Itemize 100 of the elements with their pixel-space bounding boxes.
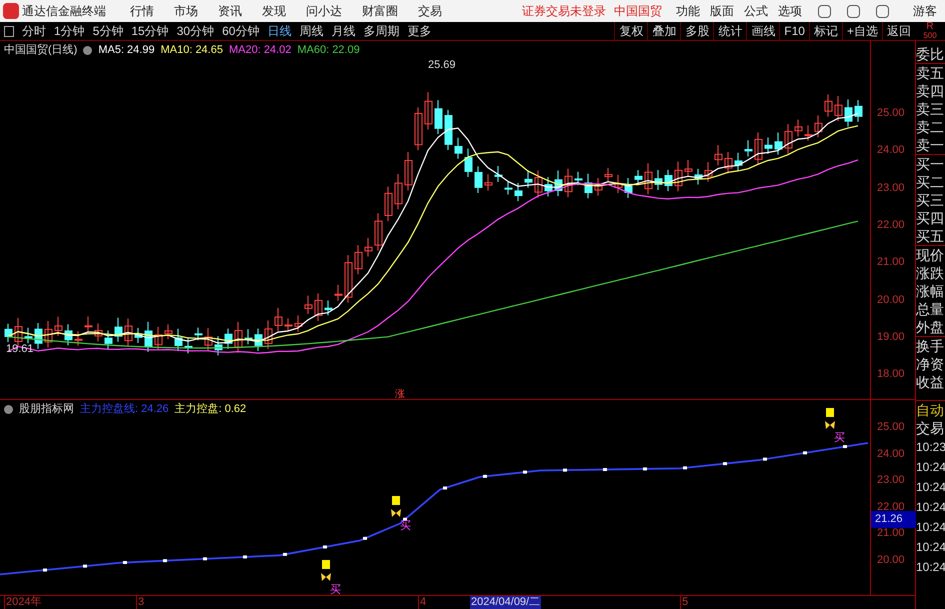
- axis-tick-label: 21.00: [877, 255, 905, 270]
- candlestick: [94, 322, 102, 342]
- candlestick: [74, 330, 82, 346]
- quote-field-label: 卖五: [916, 64, 945, 82]
- axis-date-label: 2024/04/09/二: [470, 596, 542, 609]
- candlestick: [424, 92, 432, 130]
- axis-tick-label: 23.00: [877, 473, 905, 488]
- candlestick: [684, 160, 692, 178]
- menu-item[interactable]: 公式: [744, 2, 768, 20]
- toolbar-button[interactable]: 统计: [713, 22, 746, 40]
- toolbar-button[interactable]: 复权: [614, 22, 648, 40]
- axis-tick-label: 25.00: [877, 420, 905, 436]
- menu-item[interactable]: 行情: [130, 2, 154, 20]
- quote-field-label: 涨跌: [916, 264, 945, 282]
- axis-tick-label: 24.00: [877, 143, 905, 158]
- axis-date-label: 4: [418, 596, 428, 609]
- settings-icon[interactable]: [4, 405, 13, 414]
- candlestick: [34, 322, 42, 350]
- period-tab[interactable]: 30分钟: [172, 22, 218, 40]
- axis-tick-label: 22.00: [877, 500, 905, 514]
- candlestick: [64, 324, 72, 346]
- period-tab[interactable]: 日线: [263, 22, 296, 40]
- toolbar-button[interactable]: 标记: [808, 22, 842, 40]
- candlestick: [394, 173, 402, 210]
- period-tab[interactable]: 分时: [18, 22, 50, 40]
- trade-tab[interactable]: 自动: [916, 401, 945, 419]
- butterfly-icon: [390, 508, 402, 518]
- candlestick: [844, 98, 852, 128]
- toolbar-button[interactable]: F10: [779, 22, 809, 40]
- quote-field-label: 外盘: [916, 318, 945, 337]
- candlestick: [734, 152, 742, 172]
- candlestick: [474, 166, 482, 194]
- candlestick: [504, 181, 512, 196]
- candlestick: [134, 327, 142, 344]
- buy-signal-label: 买: [330, 584, 341, 596]
- candlestick: [814, 114, 822, 138]
- candlestick: [174, 328, 182, 352]
- toolbar-button[interactable]: +自选: [842, 22, 882, 40]
- candlestick: [284, 318, 292, 332]
- settings-icon[interactable]: [83, 46, 92, 55]
- candlestick: [154, 326, 162, 351]
- period-tab[interactable]: 更多: [403, 22, 436, 40]
- candlestick: [374, 212, 382, 252]
- candlestick: [634, 170, 642, 186]
- menu-item[interactable]: 版面: [710, 2, 734, 20]
- user-label[interactable]: 游客: [913, 2, 937, 20]
- menu-item[interactable]: 财富圈: [362, 2, 398, 20]
- indicator-title: 股朋指标网: [19, 402, 74, 418]
- axis-tick-label: 25.00: [877, 106, 905, 121]
- quote-field-label: 买三: [916, 191, 945, 209]
- toolbar-button[interactable]: 叠加: [647, 22, 680, 40]
- quote-field-label: 委比: [916, 45, 945, 64]
- candlestick: [794, 119, 802, 137]
- candlestick: [674, 161, 682, 192]
- quote-field-label: 收益: [916, 373, 945, 391]
- axis-tick-label: 24.00: [877, 446, 905, 462]
- candlestick: [564, 168, 572, 198]
- axis-tick-label: 22.00: [877, 218, 905, 233]
- period-tab[interactable]: 月线: [327, 22, 360, 40]
- candlestick: [414, 106, 422, 151]
- menu-item[interactable]: 功能: [676, 2, 700, 20]
- candlestick: [314, 292, 322, 322]
- trade-tab[interactable]: 交易: [916, 419, 945, 437]
- candlestick: [104, 330, 112, 350]
- candlestick: [654, 170, 662, 190]
- candlestick: [644, 162, 652, 195]
- candlestick: [324, 300, 332, 316]
- menu-item[interactable]: 问小达: [306, 2, 342, 20]
- candlestick: [724, 151, 732, 174]
- menu-item[interactable]: 市场: [174, 2, 198, 20]
- toolbar-button[interactable]: 多股: [680, 22, 714, 40]
- period-tab[interactable]: 5分钟: [88, 22, 128, 40]
- candlestick: [704, 162, 712, 182]
- period-tab[interactable]: 多周期: [359, 22, 404, 40]
- candlestick: [354, 244, 362, 275]
- menu-item[interactable]: 发现: [262, 2, 286, 20]
- candlestick: [664, 169, 672, 192]
- toolbar-button[interactable]: 画线: [746, 22, 780, 40]
- candlestick: [274, 307, 282, 332]
- panel-toggle-icon[interactable]: [4, 26, 14, 36]
- candlestick: [764, 137, 772, 154]
- axis-tick-label: 21.00: [877, 526, 905, 542]
- candlestick: [464, 148, 472, 178]
- quote-field-label: 买一: [916, 155, 945, 173]
- login-notice[interactable]: 证券交易未登录: [522, 2, 606, 20]
- menu-item[interactable]: 选项: [778, 2, 802, 20]
- current-value-tag: 21.26: [871, 511, 916, 528]
- app-title: 通达信金融终端: [22, 3, 106, 20]
- menu-item[interactable]: 资讯: [218, 2, 242, 20]
- quote-field-label: 换手: [916, 337, 945, 355]
- candlestick: [214, 336, 222, 356]
- period-tab[interactable]: 15分钟: [127, 22, 173, 40]
- candlestick: [524, 170, 532, 188]
- menu-item[interactable]: 交易: [418, 2, 442, 20]
- period-tab[interactable]: 周线: [295, 22, 328, 40]
- period-tab[interactable]: 60分钟: [218, 22, 264, 40]
- candlestick: [544, 176, 552, 197]
- toolbar-button[interactable]: 返回: [882, 22, 915, 40]
- period-tab[interactable]: 1分钟: [50, 22, 89, 40]
- axis-tick-label: 20.00: [877, 292, 905, 308]
